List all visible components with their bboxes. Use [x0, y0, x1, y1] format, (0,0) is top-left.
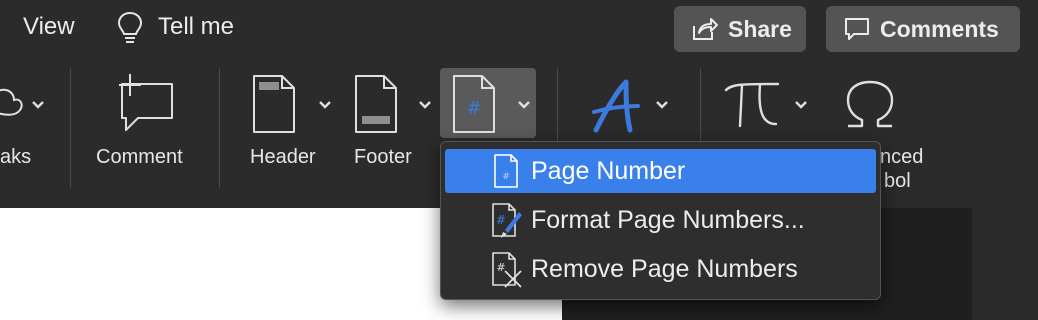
lightbulb-icon[interactable] [116, 10, 144, 48]
omega-symbol-icon[interactable] [842, 78, 898, 132]
menu-view[interactable]: View [23, 13, 75, 41]
advanced-symbol-label-line1[interactable]: nced [880, 146, 923, 169]
svg-text:#: # [502, 172, 510, 182]
format-page-numbers-icon: # [492, 203, 522, 238]
remove-page-numbers-icon: # [492, 252, 522, 288]
chevron-down-icon[interactable] [794, 100, 808, 110]
links-label: aks [0, 146, 32, 168]
svg-text:#: # [496, 261, 505, 274]
header-label[interactable]: Header [250, 146, 316, 169]
wordart-icon[interactable] [590, 78, 642, 134]
chevron-down-icon[interactable] [655, 100, 669, 110]
scroll-area [972, 208, 1038, 320]
page-number-icon: # [494, 154, 518, 188]
menu-item-format-page-numbers[interactable]: # Format Page Numbers... [445, 198, 876, 242]
menu-tell-me[interactable]: Tell me [158, 13, 234, 41]
comments-label: Comments [880, 15, 999, 42]
menu-item-label: Format Page Numbers... [531, 205, 805, 234]
footer-icon[interactable] [354, 74, 398, 134]
menu-item-label: Page Number [531, 156, 686, 185]
equation-pi-icon[interactable] [722, 80, 782, 130]
comments-button[interactable]: Comments [826, 6, 1020, 52]
ribbon-divider [70, 68, 71, 188]
menu-item-page-number[interactable]: # Page Number [445, 149, 876, 193]
comment-label[interactable]: Comment [96, 146, 183, 169]
links-icon[interactable] [0, 82, 24, 122]
chevron-down-icon[interactable] [318, 100, 332, 110]
ribbon-divider [219, 68, 220, 188]
chevron-down-icon[interactable] [31, 100, 45, 110]
header-icon[interactable] [252, 74, 296, 134]
page-number-icon: # [453, 75, 495, 133]
svg-text:#: # [466, 98, 481, 119]
menu-item-label: Remove Page Numbers [531, 254, 798, 283]
chevron-down-icon[interactable] [517, 100, 531, 110]
advanced-symbol-label-line2[interactable]: bol [884, 170, 911, 193]
chevron-down-icon[interactable] [418, 100, 432, 110]
new-comment-icon[interactable] [110, 72, 176, 134]
top-menu-bar: View Tell me Share Comments [0, 0, 1038, 58]
share-button[interactable]: Share [674, 6, 806, 52]
menu-item-remove-page-numbers[interactable]: # Remove Page Numbers [445, 247, 876, 291]
share-label: Share [728, 15, 792, 42]
svg-text:#: # [496, 213, 506, 227]
share-icon [693, 18, 718, 40]
comment-bubble-icon [845, 18, 869, 40]
page-number-dropdown-menu: # Page Number # Format Page Numbers... #… [440, 141, 881, 300]
page-number-button[interactable]: # [440, 68, 536, 138]
footer-label[interactable]: Footer [354, 146, 412, 169]
